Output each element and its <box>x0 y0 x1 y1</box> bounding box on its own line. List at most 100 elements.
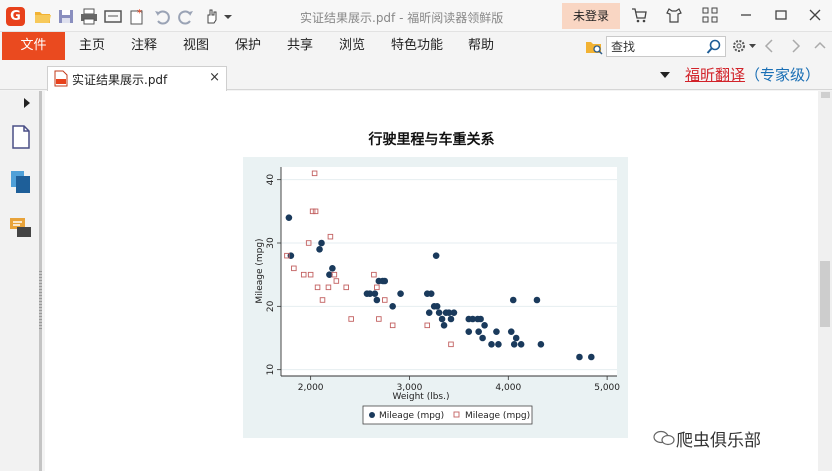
wechat-icon <box>653 430 675 446</box>
data-point-series-1 <box>381 277 389 285</box>
menu-share[interactable]: 共享 <box>287 32 313 60</box>
data-point-series-1 <box>285 214 293 221</box>
menu-bar: 文件 主页 注释 视图 保护 共享 浏览 特色功能 帮助 <box>0 32 832 60</box>
y-axis-label: Mileage (mpg) <box>255 238 265 303</box>
scroll-up-icon[interactable] <box>821 91 830 99</box>
bookmarks-icon[interactable] <box>10 170 32 194</box>
data-point-series-1 <box>318 239 325 247</box>
data-point-series-1 <box>425 309 433 316</box>
legend-label-series-1: Mileage (mpg) <box>379 411 444 421</box>
data-point-series-1 <box>588 353 595 361</box>
data-point-series-1 <box>389 303 396 310</box>
data-point-series-1 <box>438 315 446 323</box>
tab-list-dropdown-icon[interactable] <box>659 70 671 80</box>
tab-document[interactable]: 实证结果展示.pdf × <box>47 66 227 91</box>
collapse-ribbon-icon[interactable] <box>813 38 827 54</box>
data-point-series-1 <box>488 341 495 348</box>
app-logo[interactable]: G <box>6 7 25 26</box>
document-title: 行驶里程与车重关系 <box>368 132 495 148</box>
data-point-series-1 <box>465 328 473 335</box>
tab-label: 实证结果展示.pdf <box>72 73 168 87</box>
data-point-series-1 <box>371 290 379 297</box>
x-axis-label: Weight (lbs.) <box>392 392 449 402</box>
login-button[interactable]: 未登录 <box>562 3 620 29</box>
y-tick-label: 20 <box>266 300 276 312</box>
chart-legend: Mileage (mpg) Mileage (mpg) <box>362 405 533 425</box>
scan-icon[interactable] <box>104 8 122 25</box>
data-point-series-1 <box>427 290 435 297</box>
search-icon[interactable] <box>706 39 722 55</box>
scrollbar-thumb[interactable] <box>820 261 830 327</box>
print-icon[interactable] <box>80 8 98 25</box>
data-point-series-1 <box>493 328 500 335</box>
y-tick-label: 30 <box>266 237 276 249</box>
menu-protect[interactable]: 保护 <box>235 32 261 60</box>
menu-home[interactable]: 主页 <box>79 32 105 60</box>
document-view: 行驶里程与车重关系 10 20 30 40 2,000 3,000 4,000 5,000 W… <box>45 91 818 471</box>
folder-search-icon[interactable] <box>585 38 603 55</box>
menu-features[interactable]: 特色功能 <box>391 32 443 60</box>
x-tick-label: 4,000 <box>495 383 521 393</box>
data-point-series-1 <box>509 296 517 304</box>
svg-text:*: * <box>137 8 142 19</box>
y-tick-label: 10 <box>266 364 276 376</box>
watermark-text: 爬虫俱乐部 <box>676 431 761 451</box>
menu-browse[interactable]: 浏览 <box>339 32 365 60</box>
cart-icon[interactable] <box>630 6 648 24</box>
settings-icon[interactable] <box>731 37 747 55</box>
data-point-series-1 <box>316 246 323 253</box>
translate-link[interactable]: 福昕翻译（专家级） <box>685 64 820 85</box>
legend-label-series-2: Mileage (mpg) <box>465 411 530 421</box>
data-point-series-1 <box>329 265 336 272</box>
data-point-series-1 <box>479 334 486 342</box>
minimize-icon[interactable] <box>737 6 755 24</box>
data-point-series-1 <box>432 252 440 259</box>
expand-panel-icon[interactable] <box>22 97 32 109</box>
comments-icon[interactable] <box>9 216 33 240</box>
data-point-series-1 <box>537 341 545 348</box>
layout-icon[interactable] <box>701 6 719 24</box>
title-bar: G * 实证结果展示.pdf - 福昕阅读器领鲜版 未登录 <box>0 0 832 32</box>
chart-container: 10 20 30 40 2,000 3,000 4,000 5,000 Weight (lbs… <box>243 157 628 438</box>
data-point-series-1 <box>440 322 448 329</box>
previous-page-icon[interactable] <box>762 38 776 54</box>
data-point-series-1 <box>397 290 404 297</box>
redo-icon[interactable] <box>177 8 195 25</box>
left-navigation-panel <box>0 91 42 471</box>
menu-help[interactable]: 帮助 <box>468 32 494 60</box>
data-point-series-1 <box>435 309 443 316</box>
menu-view[interactable]: 视图 <box>183 32 209 60</box>
data-point-series-1 <box>450 309 458 316</box>
panel-resize-grip[interactable] <box>39 271 42 331</box>
hand-tool-icon[interactable] <box>202 8 220 25</box>
tab-close-icon[interactable]: × <box>209 70 220 85</box>
vertical-scrollbar[interactable] <box>818 91 832 471</box>
tab-bar: 实证结果展示.pdf × 福昕翻译（专家级） <box>0 60 832 91</box>
data-point-series-1 <box>481 322 488 329</box>
open-folder-icon[interactable] <box>34 8 52 25</box>
menu-comment[interactable]: 注释 <box>131 32 157 60</box>
x-tick-label: 5,000 <box>594 383 620 393</box>
maximize-icon[interactable] <box>772 6 790 24</box>
data-point-series-1 <box>507 328 515 335</box>
data-point-series-1 <box>495 341 502 348</box>
save-icon[interactable] <box>57 8 75 25</box>
settings-dropdown-icon[interactable] <box>748 40 757 52</box>
data-point-series-1 <box>477 315 484 323</box>
file-menu[interactable]: 文件 <box>2 32 65 60</box>
data-point-series-1 <box>433 303 441 310</box>
new-document-icon[interactable]: * <box>128 8 146 25</box>
translate-brand[interactable]: 福昕翻译 <box>685 66 745 84</box>
next-page-icon[interactable] <box>789 38 803 54</box>
undo-icon[interactable] <box>153 8 171 25</box>
page-thumbnails-icon[interactable] <box>10 125 32 149</box>
close-window-icon[interactable] <box>806 6 824 24</box>
data-point-series-1 <box>510 341 518 348</box>
skin-icon[interactable] <box>665 6 683 24</box>
quick-access-dropdown-icon[interactable] <box>221 8 235 25</box>
data-point-series-1 <box>447 315 455 323</box>
search-input[interactable] <box>607 37 703 56</box>
y-tick-label: 40 <box>266 174 276 186</box>
data-point-series-1 <box>517 341 525 348</box>
legend-marker-filled-circle <box>369 412 375 418</box>
